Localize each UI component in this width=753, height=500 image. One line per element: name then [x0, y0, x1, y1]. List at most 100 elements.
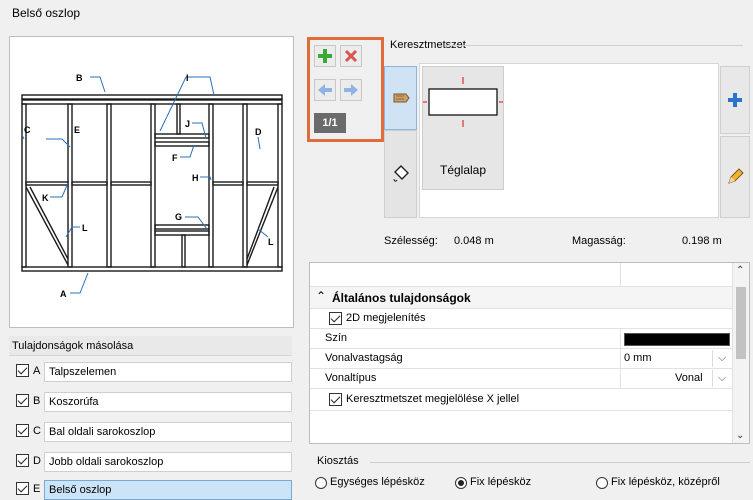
- radio-uniform-step-circle[interactable]: [315, 477, 327, 489]
- radio-uniform-step[interactable]: Egységes lépésköz: [315, 474, 465, 494]
- collapse-chevron-icon[interactable]: ⌃: [316, 287, 326, 306]
- copy-letter-c: C: [33, 425, 41, 437]
- cross-section-divider: [445, 45, 743, 46]
- radio-fixed-step-center-circle[interactable]: [596, 477, 608, 489]
- edit-cross-section-button[interactable]: [720, 136, 750, 218]
- section-row[interactable]: ⌃ Általános tulajdonságok: [310, 287, 733, 309]
- property-grid-scrollbar[interactable]: ⌃ ⌄: [732, 263, 749, 443]
- copy-label-b[interactable]: Koszorúfa: [44, 392, 292, 412]
- copy-item-d[interactable]: D Jobb oldali sarokoszlop: [16, 452, 292, 472]
- row-2d-display[interactable]: 2D megjelenítés: [310, 309, 733, 329]
- copy-item-a[interactable]: A Talpszelemen: [16, 362, 292, 382]
- profile-toolbar-highlight: 1/1: [307, 37, 384, 142]
- profile-list: Téglalap: [419, 63, 719, 218]
- plus-icon: [318, 49, 332, 63]
- radio-uniform-step-label: Egységes lépésköz: [330, 476, 425, 488]
- radio-fixed-step-circle[interactable]: [455, 477, 467, 489]
- copy-letter-b: B: [33, 395, 41, 407]
- copy-item-e[interactable]: E Belső oszlop: [16, 480, 292, 500]
- copy-checkbox-b[interactable]: [16, 394, 29, 407]
- distribution-divider: [370, 462, 750, 463]
- height-value: 0.198 m: [682, 235, 722, 247]
- profile-thumb-teglalap[interactable]: Téglalap: [422, 66, 504, 190]
- copy-item-b[interactable]: B Koszorúfa: [16, 392, 292, 412]
- copy-checkbox-e[interactable]: [16, 482, 29, 495]
- copy-letter-e: E: [33, 483, 41, 495]
- copy-label-e[interactable]: Belső oszlop: [44, 480, 292, 500]
- width-label: Szélesség:: [384, 235, 438, 247]
- radio-fixed-step-center-label: Fix lépésköz, középről: [611, 476, 720, 488]
- frame-label-h: H: [192, 173, 199, 183]
- previous-button[interactable]: [314, 79, 336, 101]
- row-x-mark[interactable]: Keresztmetszet megjelölése X jellel: [310, 389, 733, 411]
- frame-label-k: K: [42, 193, 49, 203]
- scroll-up-icon[interactable]: ⌃: [736, 265, 744, 276]
- arrow-right-icon: [344, 84, 358, 96]
- copy-checkbox-c[interactable]: [16, 424, 29, 437]
- color-swatch[interactable]: [624, 333, 730, 346]
- copy-item-c[interactable]: C Bal oldali sarokoszlop: [16, 422, 292, 442]
- copy-checkbox-d[interactable]: [16, 454, 29, 467]
- profile-tab-wood[interactable]: [384, 66, 417, 130]
- row-line-width[interactable]: Vonalvastagság 0 mm ⌵: [310, 349, 733, 369]
- profile-tab-paint[interactable]: [384, 130, 417, 218]
- wood-profile-icon: [393, 93, 410, 103]
- delete-profile-button[interactable]: [340, 45, 362, 67]
- frame-label-j: J: [185, 119, 190, 129]
- frame-label-f: F: [172, 153, 178, 163]
- line-width-label: Vonalvastagság: [325, 352, 403, 364]
- frame-label-e: E: [74, 125, 80, 135]
- blue-plus-icon: [728, 93, 742, 107]
- frame-label-d: D: [255, 127, 262, 137]
- wall-frame-drawing: B I J F H G C E K L A D L: [21, 73, 283, 299]
- arrow-left-icon: [318, 84, 332, 96]
- profile-pager: 1/1: [314, 113, 346, 133]
- frame-label-l-right: L: [268, 237, 274, 247]
- frame-label-a: A: [60, 289, 67, 299]
- copy-label-c[interactable]: Bal oldali sarokoszlop: [44, 422, 292, 442]
- pencil-icon: [728, 168, 744, 184]
- line-type-dropdown-icon[interactable]: ⌵: [712, 370, 731, 387]
- wall-frame-diagram: B I J F H G C E K L A D L: [9, 36, 294, 328]
- width-value: 0.048 m: [454, 235, 494, 247]
- copy-label-d[interactable]: Jobb oldali sarokoszlop: [44, 452, 292, 472]
- line-width-dropdown-icon[interactable]: ⌵: [712, 350, 731, 367]
- add-profile-button[interactable]: [314, 45, 336, 67]
- row-line-type[interactable]: Vonaltípus Vonal ⌵: [310, 369, 733, 389]
- frame-label-b: B: [76, 73, 83, 83]
- copy-letter-a: A: [33, 365, 41, 377]
- copy-checkbox-a[interactable]: [16, 364, 29, 377]
- show-2d-checkbox[interactable]: [329, 312, 342, 325]
- rectangle-section-icon: [423, 77, 503, 127]
- height-label: Magasság:: [572, 235, 626, 247]
- window-title: Belső oszlop: [12, 6, 81, 20]
- show-2d-label: 2D megjelenítés: [346, 312, 426, 324]
- copy-label-a[interactable]: Talpszelemen: [44, 362, 292, 382]
- x-mark-label: Keresztmetszet megjelölése X jellel: [346, 393, 520, 405]
- paint-bucket-icon: [393, 165, 409, 182]
- add-cross-section-button[interactable]: [720, 66, 750, 134]
- grid-header-row: [310, 263, 733, 287]
- delete-x-icon: [344, 49, 358, 63]
- frame-label-c: C: [24, 125, 31, 135]
- x-mark-checkbox[interactable]: [329, 393, 342, 406]
- scrollbar-thumb[interactable]: [736, 287, 746, 359]
- line-type-label: Vonaltípus: [325, 372, 377, 384]
- distribution-legend: Kiosztás: [317, 455, 359, 467]
- line-width-value[interactable]: 0 mm: [624, 349, 652, 368]
- next-button[interactable]: [340, 79, 362, 101]
- radio-fixed-step-label: Fix lépésköz: [470, 476, 532, 488]
- frame-label-g: G: [175, 212, 182, 222]
- row-color[interactable]: Szín: [310, 329, 733, 349]
- copy-properties-header: Tulajdonságok másolása: [9, 336, 292, 356]
- copy-letter-d: D: [33, 455, 41, 467]
- radio-fixed-step[interactable]: Fix lépésköz: [455, 474, 575, 494]
- color-label: Szín: [325, 332, 348, 344]
- line-type-value[interactable]: Vonal: [675, 369, 703, 388]
- property-grid: ⌃ Általános tulajdonságok 2D megjeleníté…: [309, 262, 750, 444]
- frame-label-i: I: [186, 73, 189, 83]
- frame-label-l-left: L: [82, 223, 88, 233]
- profile-name: Téglalap: [439, 163, 487, 177]
- scroll-down-icon[interactable]: ⌄: [736, 430, 744, 441]
- radio-fixed-step-center[interactable]: Fix lépésköz, középről: [596, 474, 753, 494]
